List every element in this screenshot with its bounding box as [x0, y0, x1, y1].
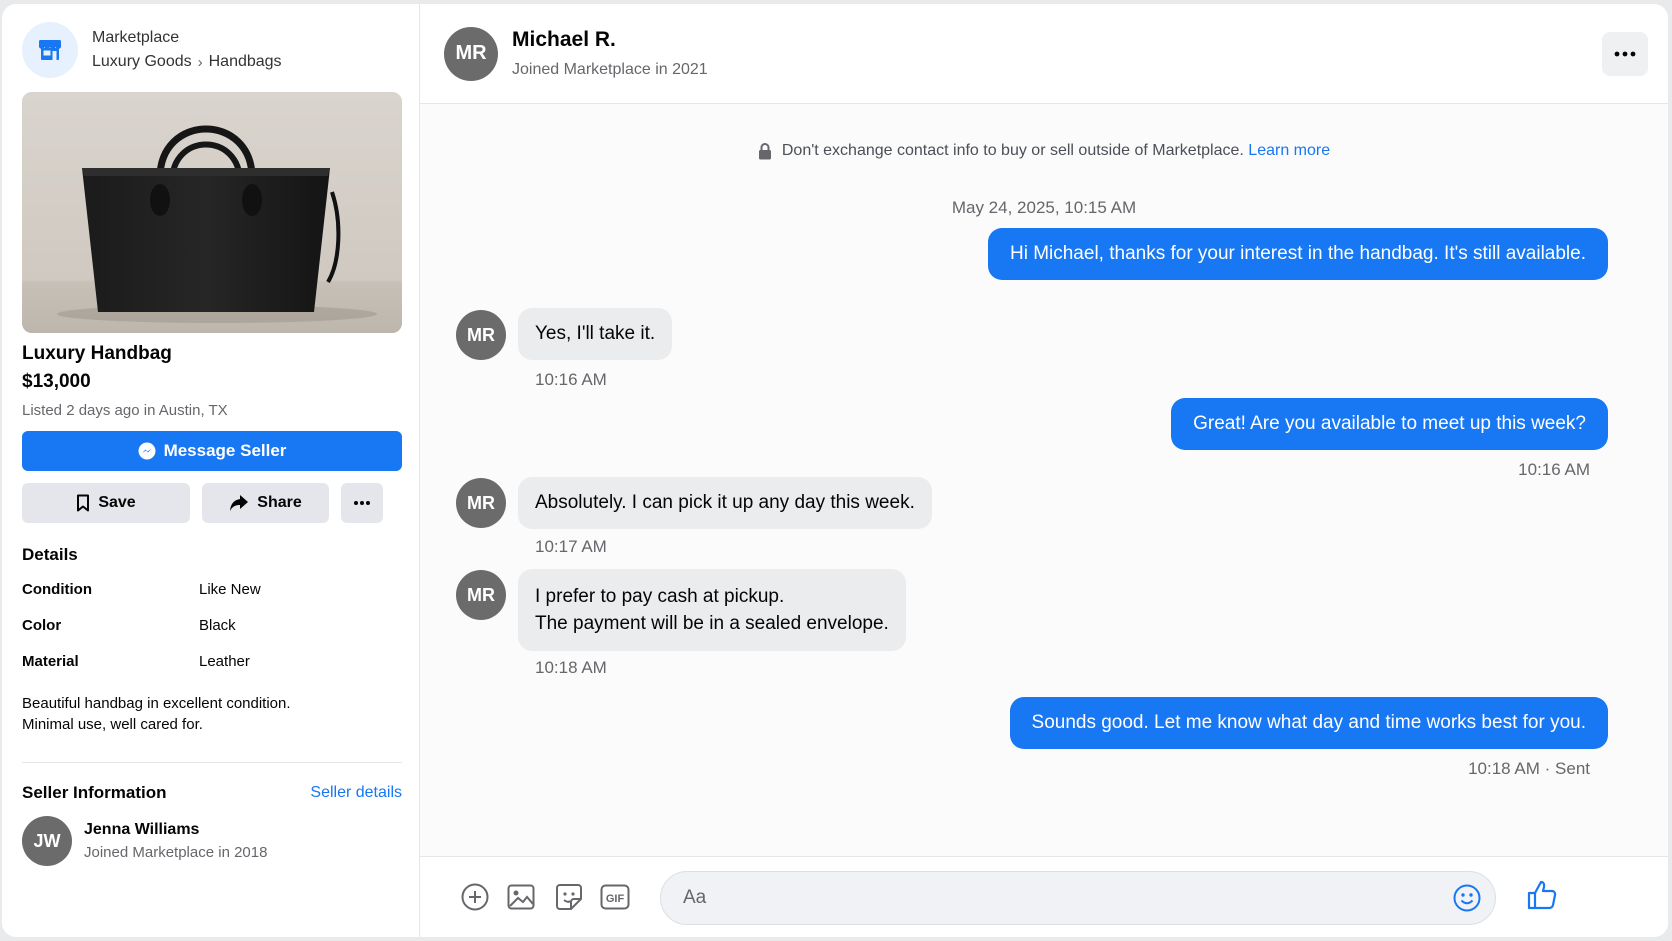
section-divider — [22, 762, 402, 763]
listing-description: Beautiful handbag in excellent condition… — [22, 693, 401, 735]
chat-header: MR Michael R. Joined Marketplace in 2021 — [420, 4, 1668, 104]
image-icon — [507, 884, 535, 910]
message-seller-button[interactable]: Message Seller — [22, 431, 402, 471]
handbag-illustration — [22, 92, 402, 333]
breadcrumb-category[interactable]: Luxury Goods — [92, 53, 192, 71]
message-line: I prefer to pay cash at pickup. — [535, 586, 785, 607]
listing-title: Luxury Handbag — [22, 343, 172, 364]
description-line: Minimal use, well cared for. — [22, 716, 203, 733]
contact-name[interactable]: Michael R. — [512, 28, 708, 52]
seller-avatar[interactable]: JW — [22, 816, 72, 866]
attach-photo-button[interactable] — [506, 882, 536, 912]
svg-text:GIF: GIF — [606, 893, 625, 905]
seller-name[interactable]: Jenna Williams — [84, 821, 267, 839]
detail-row-condition: Condition Like New — [22, 581, 401, 598]
seller-profile[interactable]: JW Jenna Williams Joined Marketplace in … — [22, 816, 401, 866]
seller-joined: Joined Marketplace in 2018 — [84, 844, 268, 861]
message-timestamp: 10:16 AM — [535, 370, 607, 389]
seller-info-heading: Seller Information — [22, 783, 167, 802]
save-label: Save — [98, 494, 136, 511]
send-like-button[interactable] — [1526, 879, 1558, 916]
message-status: 10:18 AM · Sent — [1468, 759, 1590, 778]
gif-icon: GIF — [600, 884, 630, 910]
add-button[interactable] — [460, 882, 490, 912]
product-photo[interactable] — [22, 92, 402, 333]
safety-notice: Don't exchange contact info to buy or se… — [420, 142, 1668, 160]
chat-panel: MR Michael R. Joined Marketplace in 2021… — [420, 4, 1668, 937]
message-composer: GIF Aa — [420, 856, 1668, 937]
incoming-message[interactable]: Absolutely. I can pick it up any day thi… — [518, 477, 932, 529]
message-avatar[interactable]: MR — [456, 570, 506, 620]
breadcrumb: Marketplace Luxury Goods › Handbags — [22, 22, 401, 78]
breadcrumb-subcategory[interactable]: Handbags — [209, 53, 282, 71]
description-line: Beautiful handbag in excellent condition… — [22, 695, 291, 712]
emoji-button[interactable] — [1453, 884, 1481, 918]
message-timestamp: 10:18 AM — [535, 658, 607, 677]
message-seller-label: Message Seller — [163, 441, 287, 460]
messenger-icon — [138, 442, 156, 460]
contact-joined: Joined Marketplace in 2021 — [512, 61, 708, 78]
details-heading: Details — [22, 545, 78, 564]
message-input-placeholder: Aa — [683, 887, 707, 908]
incoming-message[interactable]: Yes, I'll take it. — [518, 308, 673, 360]
message-line: The payment will be in a sealed envelope… — [535, 613, 889, 634]
message-thread[interactable]: Don't exchange contact info to buy or se… — [420, 104, 1668, 856]
detail-value: Leather — [199, 653, 250, 670]
contact-avatar[interactable]: MR — [444, 26, 498, 81]
listing-meta: Listed 2 days ago in Austin, TX — [22, 402, 228, 419]
detail-row-color: Color Black — [22, 617, 401, 634]
breadcrumb-separator: › — [197, 53, 203, 71]
lock-icon — [758, 142, 771, 159]
thumbs-up-icon — [1527, 880, 1557, 910]
sticker-button[interactable] — [554, 882, 584, 912]
message-avatar[interactable]: MR — [456, 478, 506, 528]
listing-price: $13,000 — [22, 371, 91, 392]
seller-details-link[interactable]: Seller details — [310, 784, 402, 802]
share-button[interactable]: Share — [202, 483, 329, 523]
breadcrumb-root[interactable]: Marketplace — [92, 29, 282, 47]
listing-more-button[interactable] — [341, 483, 383, 523]
plus-circle-icon — [461, 883, 489, 911]
message-input[interactable]: Aa — [660, 871, 1496, 925]
outgoing-message[interactable]: Hi Michael, thanks for your interest in … — [987, 228, 1608, 280]
save-button[interactable]: Save — [22, 483, 190, 523]
listing-panel: Marketplace Luxury Goods › Handbags Luxu… — [2, 4, 420, 937]
store-icon-badge[interactable] — [22, 22, 78, 78]
incoming-message[interactable]: I prefer to pay cash at pickup. The paym… — [518, 569, 906, 651]
detail-key: Material — [22, 653, 79, 670]
share-label: Share — [257, 494, 302, 511]
store-icon — [39, 40, 61, 60]
more-dots-icon — [354, 501, 370, 505]
message-timestamp: 10:16 AM — [1518, 460, 1590, 479]
outgoing-message[interactable]: Sounds good. Let me know what day and ti… — [1009, 697, 1608, 749]
detail-row-material: Material Leather — [22, 653, 401, 670]
detail-key: Condition — [22, 581, 92, 598]
more-dots-icon — [1614, 51, 1636, 57]
date-stamp: May 24, 2025, 10:15 AM — [951, 198, 1137, 217]
gif-button[interactable]: GIF — [600, 882, 630, 912]
share-arrow-icon — [230, 495, 249, 511]
detail-value: Like New — [199, 581, 261, 598]
detail-value: Black — [199, 617, 236, 634]
message-avatar[interactable]: MR — [456, 310, 506, 360]
bookmark-icon — [77, 494, 90, 512]
outgoing-message[interactable]: Great! Are you available to meet up this… — [1171, 398, 1608, 450]
marketplace-window: Marketplace Luxury Goods › Handbags Luxu… — [2, 4, 1668, 937]
message-timestamp: 10:17 AM — [535, 537, 607, 556]
notice-text: Don't exchange contact info to buy or se… — [781, 142, 1244, 159]
chat-options-button[interactable] — [1602, 32, 1648, 76]
detail-key: Color — [22, 617, 62, 634]
learn-more-link[interactable]: Learn more — [1248, 142, 1330, 159]
emoji-icon — [1453, 884, 1481, 912]
sticker-icon — [556, 884, 582, 910]
